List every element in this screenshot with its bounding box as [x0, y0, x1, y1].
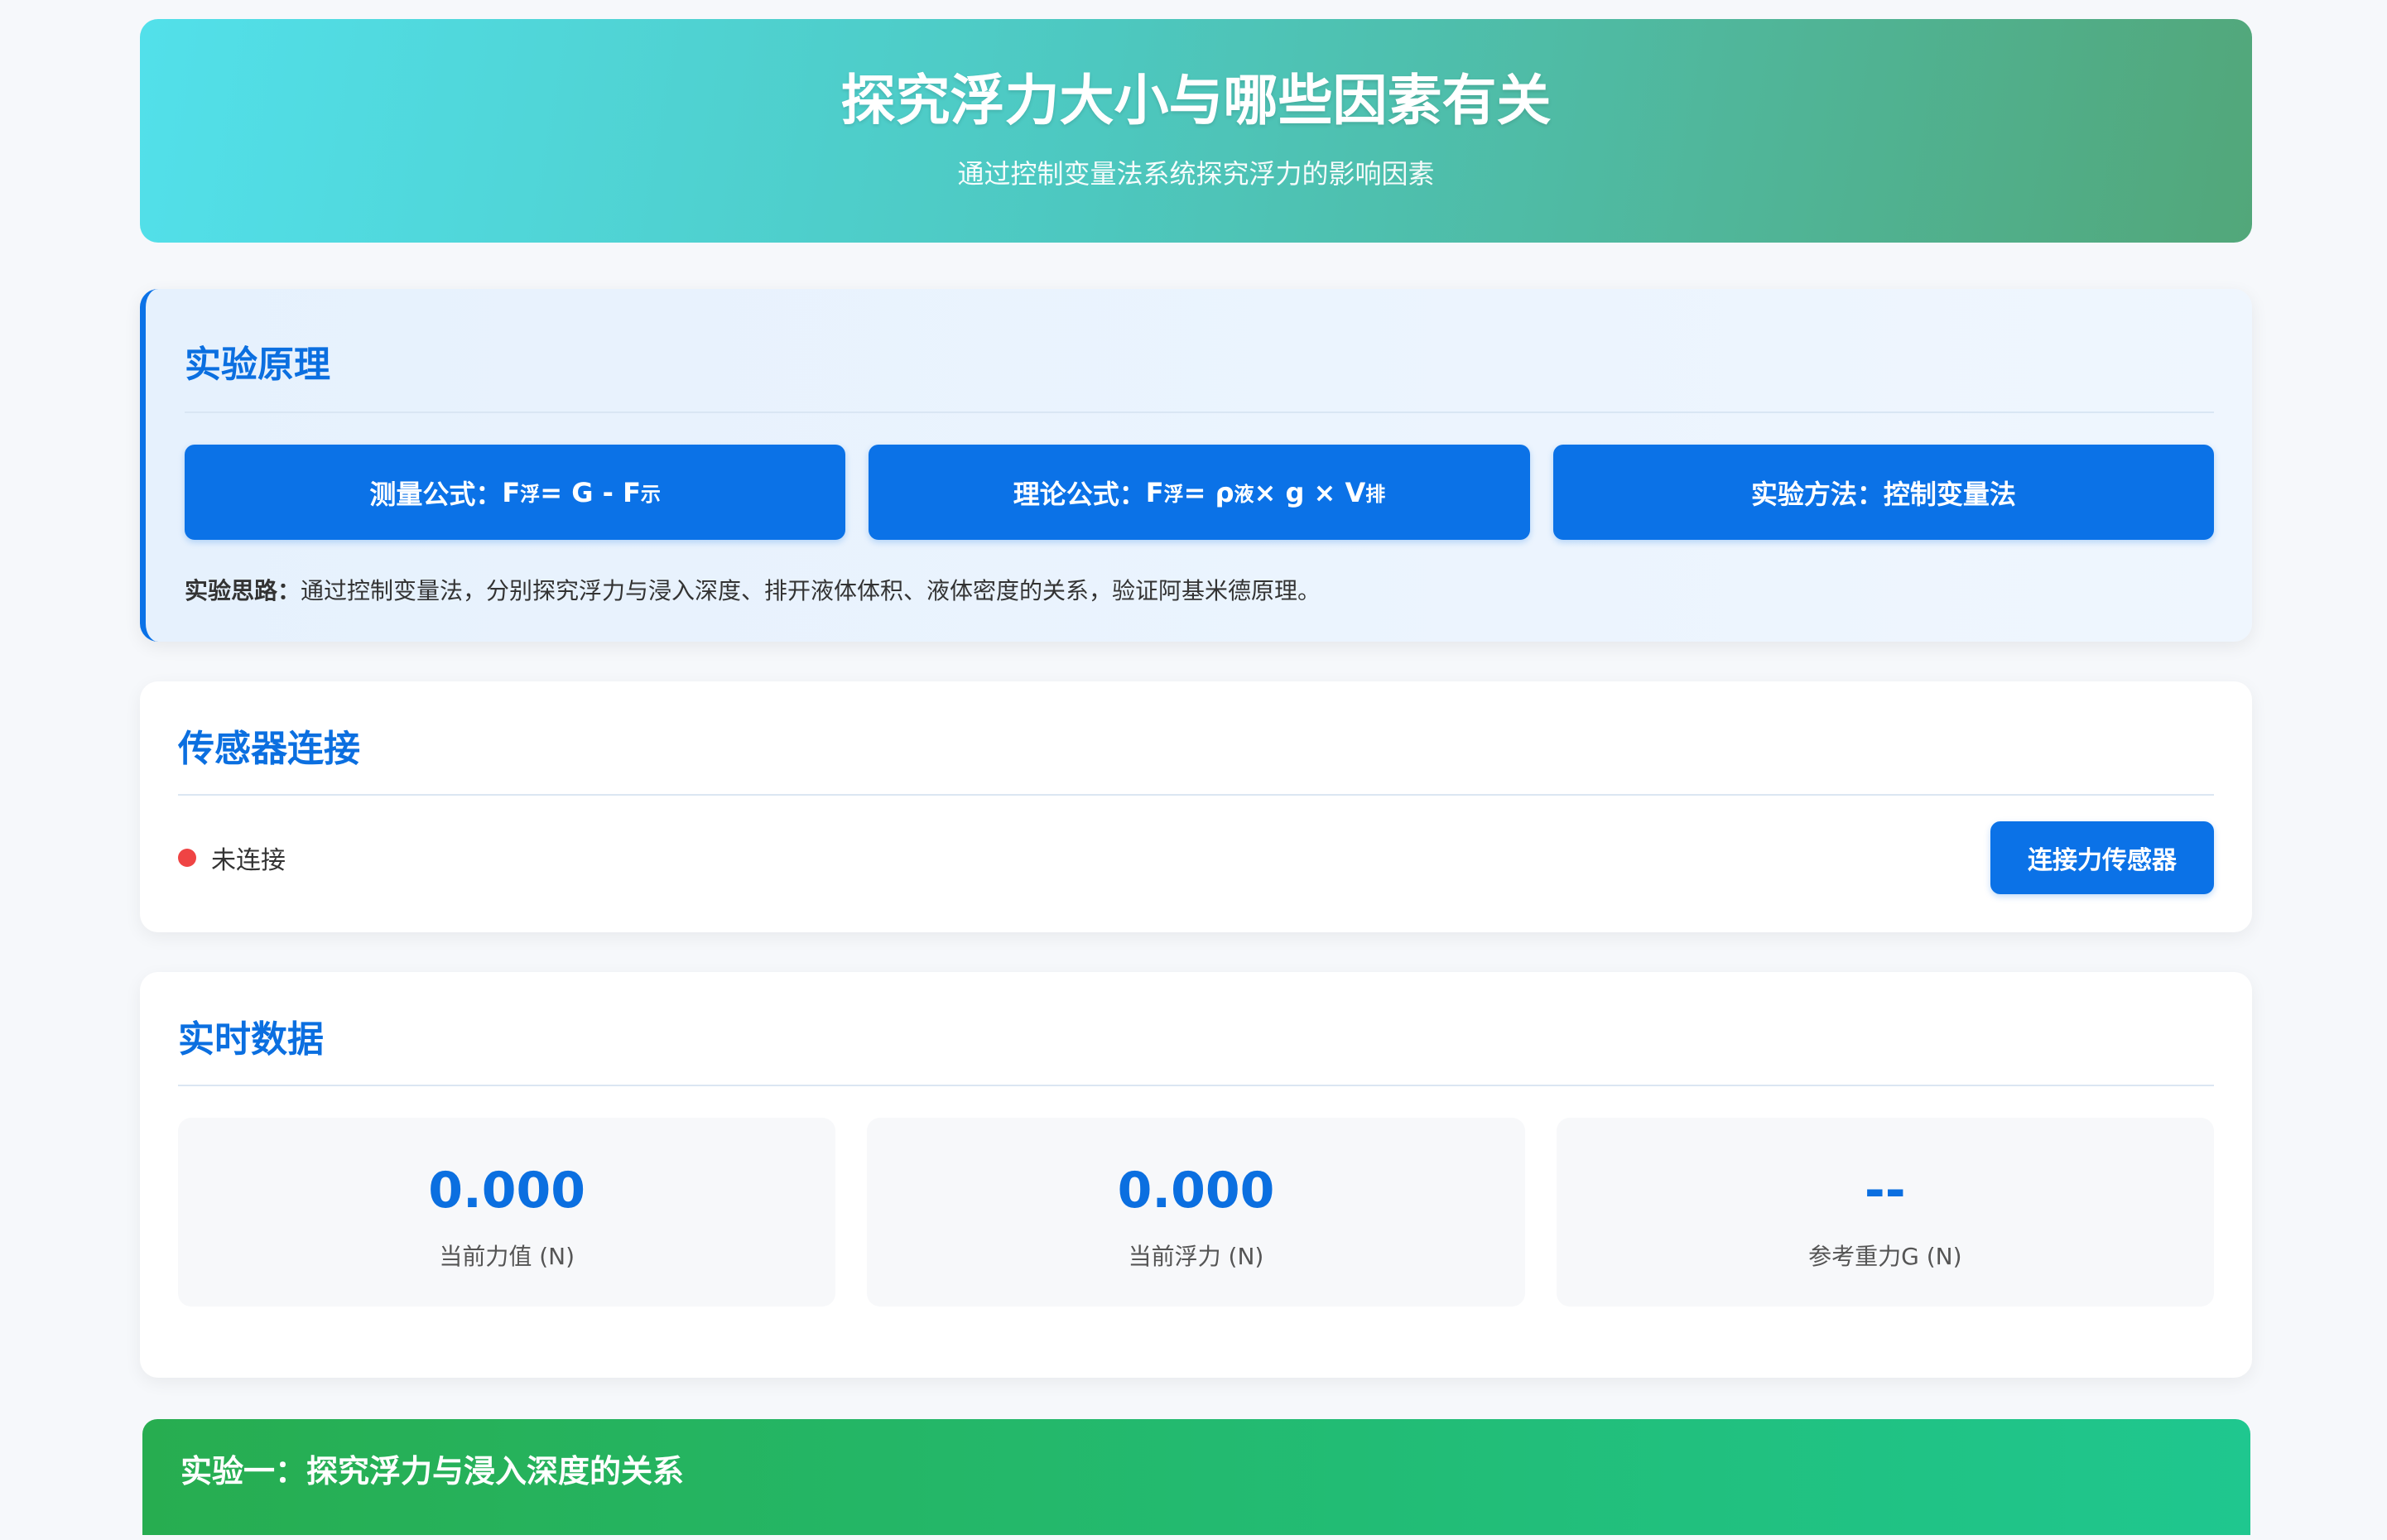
- hero-banner: 探究浮力大小与哪些因素有关 通过控制变量法系统探究浮力的影响因素: [140, 19, 2252, 243]
- divider: [178, 1085, 2214, 1086]
- measure-formula-card: 测量公式： F 浮 = G - F示: [185, 445, 846, 540]
- formula-term: F: [1145, 476, 1164, 508]
- formula-subscript: 浮: [1163, 483, 1184, 506]
- formula-label: 理论公式：: [1013, 478, 1146, 510]
- realtime-title: 实时数据: [178, 1018, 324, 1061]
- principle-title: 实验原理: [185, 344, 330, 386]
- experiment-idea: 实验思路：通过控制变量法，分别探究浮力与浸入深度、排开液体体积、液体密度的关系，…: [185, 573, 2214, 606]
- formula-subscript: 排: [1365, 483, 1386, 506]
- reference-gravity-value: --: [1864, 1162, 1906, 1220]
- reference-gravity-card: -- 参考重力G (N): [1556, 1118, 2214, 1307]
- realtime-section: 实时数据 0.000 当前力值 (N) 0.000 当前浮力 (N) -- 参考…: [140, 972, 2252, 1378]
- formula-subscript: 液: [1234, 483, 1254, 506]
- experiment1-header: 实验一：探究浮力与浸入深度的关系: [142, 1419, 2250, 1535]
- metric-row: 0.000 当前力值 (N) 0.000 当前浮力 (N) -- 参考重力G (…: [178, 1118, 2214, 1307]
- theory-formula-card: 理论公式： F 浮 = ρ液 × g × V排: [869, 445, 1530, 540]
- current-force-value: 0.000: [428, 1162, 586, 1220]
- idea-label: 实验思路：: [185, 577, 301, 604]
- current-force-card: 0.000 当前力值 (N): [178, 1118, 836, 1307]
- idea-text: 通过控制变量法，分别探究浮力与浸入深度、排开液体体积、液体密度的关系，验证阿基米…: [301, 577, 1321, 604]
- principle-section: 实验原理 测量公式： F 浮 = G - F示 理论公式： F 浮 = ρ液 × g ×…: [140, 289, 2252, 642]
- connect-sensor-button[interactable]: 连接力传感器: [1990, 821, 2214, 894]
- formula-row: 测量公式： F 浮 = G - F示 理论公式： F 浮 = ρ液 × g × V排 实…: [185, 445, 2214, 540]
- status-dot-icon: [178, 849, 196, 867]
- status-text: 未连接: [211, 846, 286, 875]
- page-subtitle: 通过控制变量法系统探究浮力的影响因素: [957, 158, 1435, 190]
- page-title: 探究浮力大小与哪些因素有关: [840, 69, 1552, 132]
- method-card: 实验方法：控制变量法: [1552, 445, 2214, 540]
- formula-term: × g × V: [1254, 476, 1366, 508]
- sensor-row: 未连接 连接力传感器: [178, 821, 2214, 894]
- experiment1-title: 实验一：探究浮力与浸入深度的关系: [180, 1453, 685, 1489]
- current-buoyancy-card: 0.000 当前浮力 (N): [867, 1118, 1525, 1307]
- divider: [185, 411, 2214, 413]
- formula-term: = ρ: [1183, 476, 1234, 508]
- divider: [178, 794, 2214, 796]
- formula-label: 实验方法：控制变量法: [1750, 478, 2016, 510]
- formula-term: F: [502, 476, 521, 508]
- formula-label: 测量公式：: [369, 478, 503, 510]
- page-container: 探究浮力大小与哪些因素有关 通过控制变量法系统探究浮力的影响因素 实验原理 测量…: [140, 19, 2252, 1535]
- current-buoyancy-value: 0.000: [1117, 1162, 1275, 1220]
- connection-status: 未连接: [178, 840, 286, 876]
- formula-term: = G - F: [540, 476, 641, 508]
- current-force-label: 当前力值 (N): [439, 1243, 575, 1270]
- formula-subscript: 浮: [520, 483, 541, 506]
- current-buoyancy-label: 当前浮力 (N): [1128, 1243, 1264, 1270]
- formula-subscript: 示: [640, 483, 661, 506]
- reference-gravity-label: 参考重力G (N): [1808, 1243, 1962, 1270]
- sensor-title: 传感器连接: [178, 728, 360, 770]
- sensor-section: 传感器连接 未连接 连接力传感器: [140, 681, 2252, 932]
